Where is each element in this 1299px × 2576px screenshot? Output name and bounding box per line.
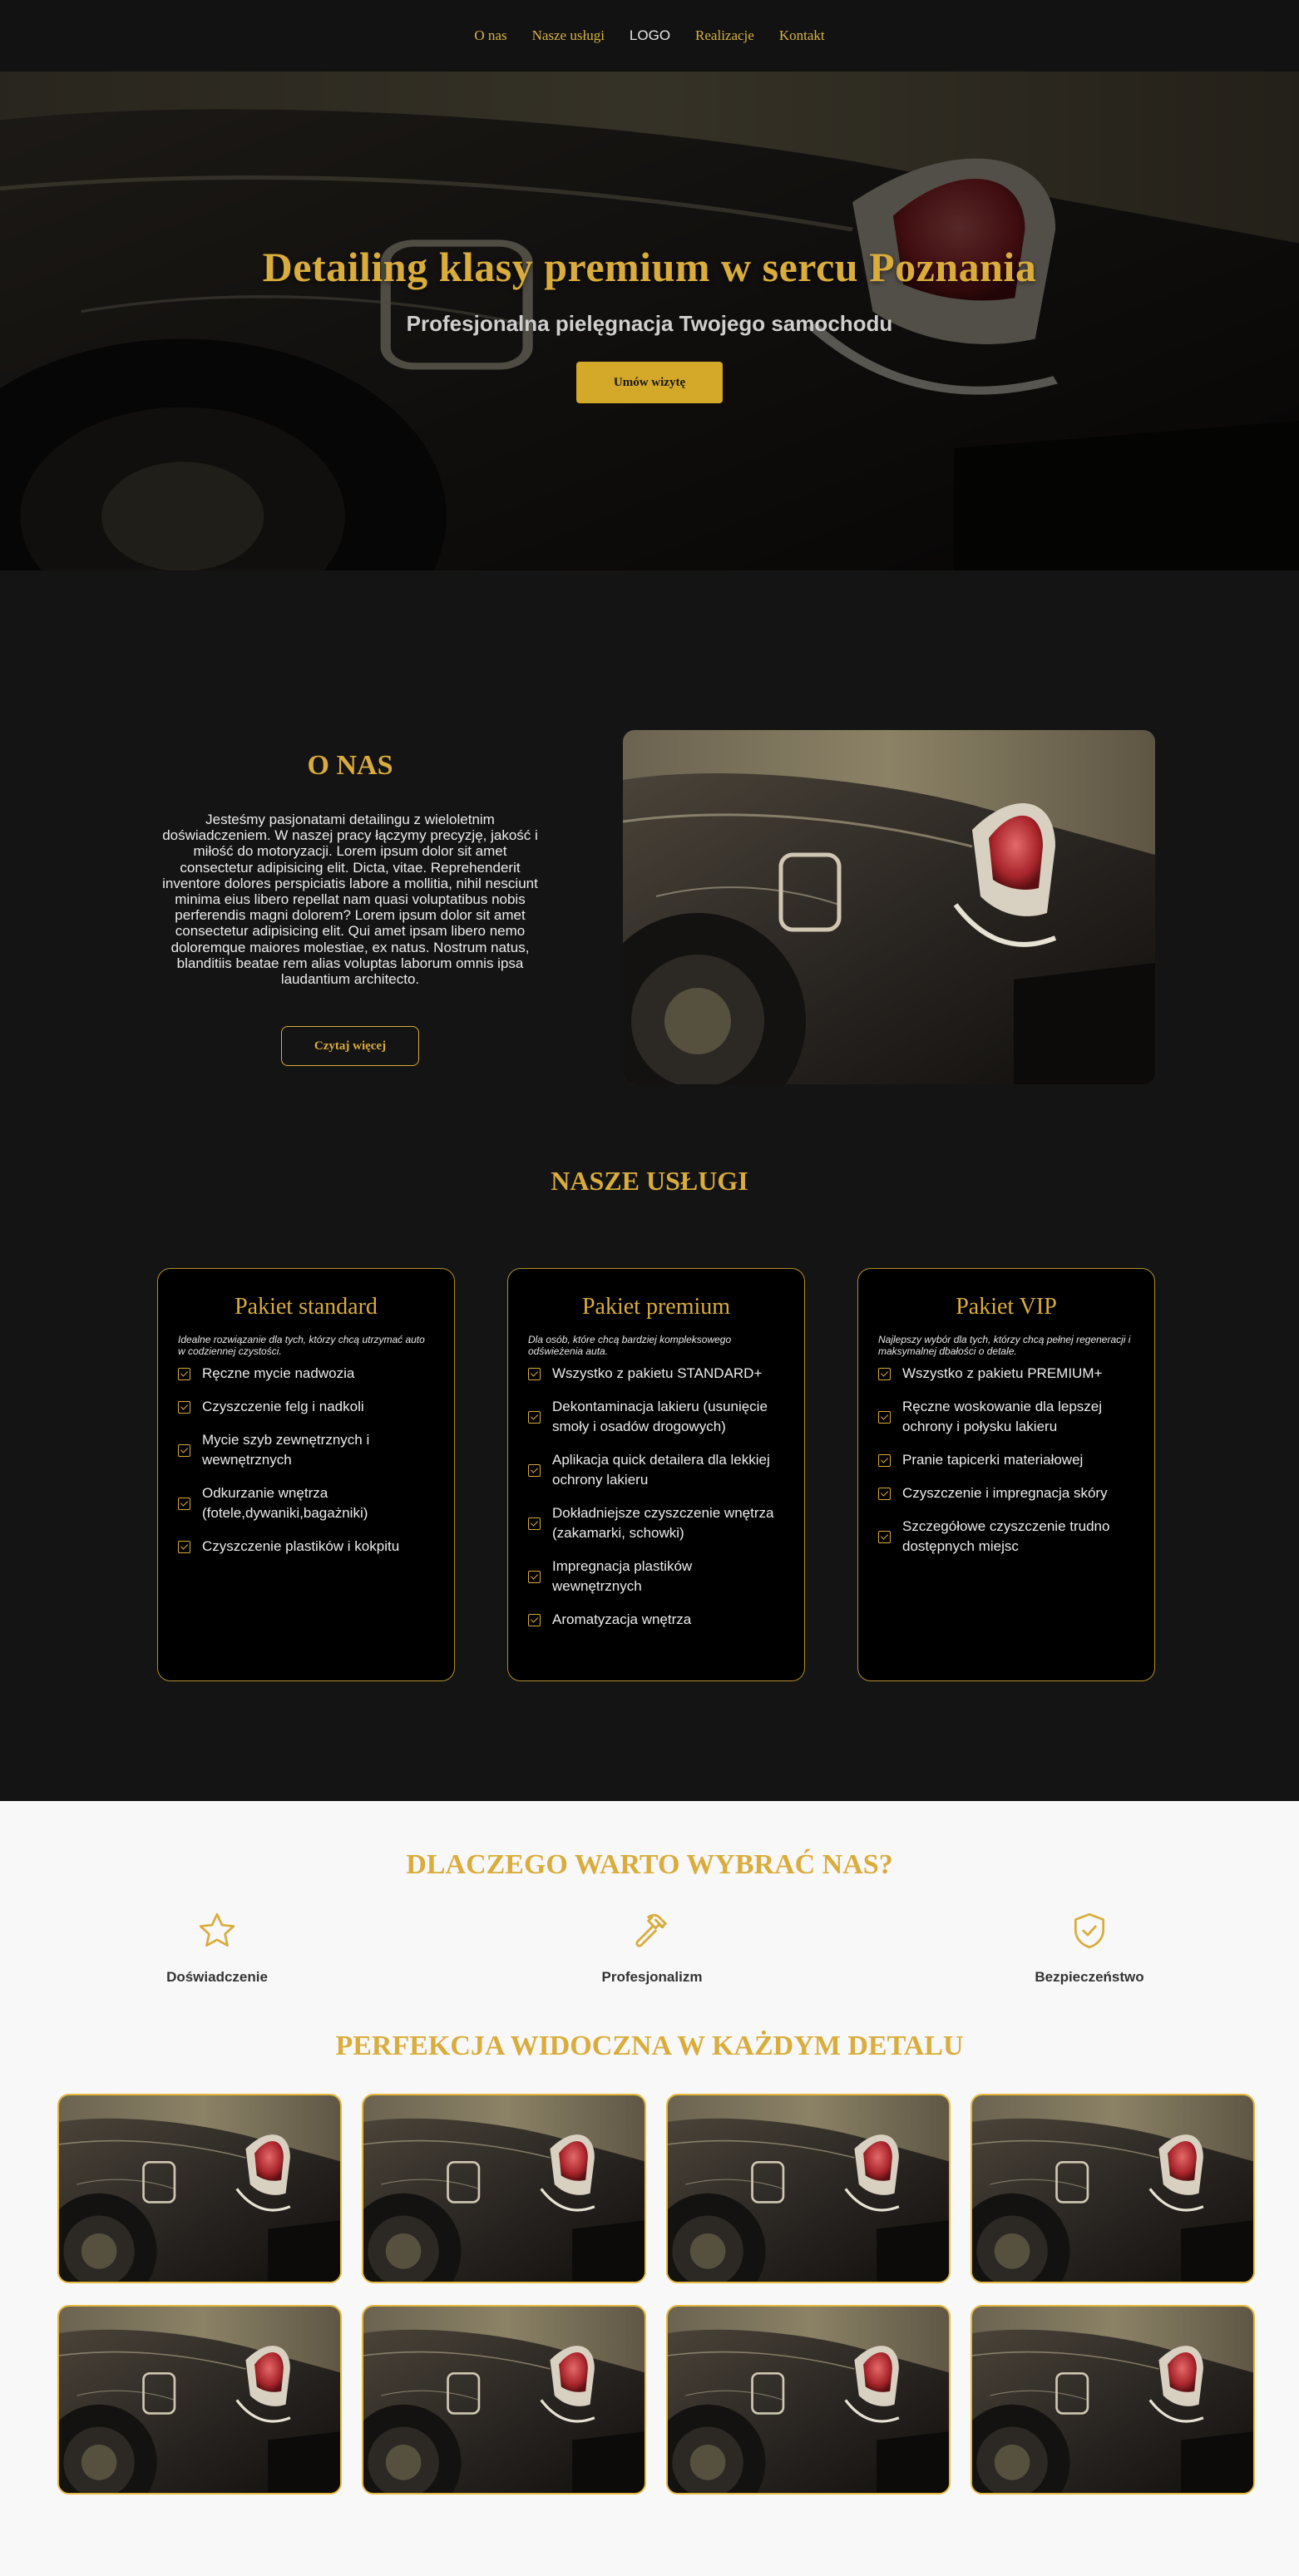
list-item: Dekontaminacja lakieru (usunięcie smoły … <box>528 1397 784 1437</box>
checkbox-icon <box>878 1530 891 1543</box>
about-car-photo <box>623 730 1155 1084</box>
checkbox-icon <box>178 1540 190 1553</box>
nav-link-services[interactable]: Nasze usługi <box>532 27 605 44</box>
shield-check-icon <box>981 1907 1198 1954</box>
why-us-title: DLACZEGO WARTO WYBRAĆ NAS? <box>406 1849 893 1880</box>
feature-label: Doświadczenie <box>166 1969 268 1985</box>
services-title: NASZE USŁUGI <box>551 1166 748 1196</box>
feature-label: Bezpieczeństwo <box>1035 1969 1144 1985</box>
nav-link-contact[interactable]: Kontakt <box>779 27 825 44</box>
logo[interactable]: LOGO <box>630 27 670 44</box>
package-name: Pakiet premium <box>581 1294 731 1320</box>
package-card-premium: Pakiet premium Dla osób, które chcą bard… <box>507 1268 805 1681</box>
gallery-image[interactable] <box>362 2305 646 2495</box>
list-item: Wszystko z pakietu PREMIUM+ <box>878 1364 1134 1384</box>
gallery-image[interactable] <box>666 2305 951 2495</box>
list-item: Mycie szyb zewnętrznych i wewnętrznych <box>178 1430 434 1470</box>
gallery-title: PERFEKCJA WIDOCZNA W KAŻDYM DETALU <box>335 2031 964 2061</box>
hero-title: Detailing klasy premium w sercu Poznania <box>262 244 1037 290</box>
book-visit-button[interactable]: Umów wizytę <box>576 362 723 403</box>
feature-label: Profesjonalizm <box>601 1969 703 1985</box>
checkbox-icon <box>528 1613 541 1626</box>
gallery-image[interactable] <box>362 2094 646 2283</box>
checkbox-icon <box>178 1400 190 1414</box>
feature-professionalism: Profesjonalizm <box>544 1907 760 1986</box>
list-item: Impregnacja plastików wewnętrznych <box>528 1557 784 1596</box>
star-icon <box>109 1907 325 1954</box>
checkbox-icon <box>878 1453 891 1467</box>
package-features-list: Wszystko z pakietu PREMIUM+ Ręczne wosko… <box>878 1364 1134 1557</box>
checkbox-icon <box>528 1367 541 1380</box>
package-card-standard: Pakiet standard Idealne rozwiązanie dla … <box>157 1268 455 1681</box>
hero-subtitle: Profesjonalna pielęgnacja Twojego samoch… <box>406 311 893 336</box>
checkbox-icon <box>528 1410 541 1424</box>
package-description: Idealne rozwiązanie dla tych, którzy chc… <box>178 1334 425 1357</box>
checkbox-icon <box>178 1497 190 1510</box>
list-item: Czyszczenie felg i nadkoli <box>178 1397 434 1417</box>
list-item: Ręczne mycie nadwozia <box>178 1364 434 1384</box>
checkbox-icon <box>878 1410 891 1424</box>
nav-link-realizations[interactable]: Realizacje <box>695 27 754 44</box>
about-title: O NAS <box>307 750 393 781</box>
package-description: Dla osób, które chcą bardziej kompleksow… <box>528 1334 732 1357</box>
list-item: Czyszczenie plastików i kokpitu <box>178 1537 434 1557</box>
package-card-vip: Pakiet VIP Najlepszy wybór dla tych, któ… <box>857 1268 1155 1681</box>
gallery-image[interactable] <box>57 2305 342 2495</box>
list-item: Dokładniejsze czyszczenie wnętrza (zakam… <box>528 1503 784 1543</box>
checkbox-icon <box>528 1517 541 1530</box>
gallery-image[interactable] <box>971 2094 1255 2283</box>
list-item: Odkurzanie wnętrza (fotele,dywaniki,baga… <box>178 1483 434 1523</box>
feature-experience: Doświadczenie <box>109 1907 325 1986</box>
feature-safety: Bezpieczeństwo <box>981 1907 1198 1986</box>
why-us-section: DLACZEGO WARTO WYBRAĆ NAS? Doświadczenie… <box>0 1801 1299 2576</box>
hammer-icon <box>544 1907 760 1954</box>
list-item: Szczegółowe czyszczenie trudno dostępnyc… <box>878 1517 1134 1557</box>
top-nav: O nas Nasze usługi LOGO Realizacje Konta… <box>0 0 1299 72</box>
package-name: Pakiet VIP <box>956 1294 1057 1320</box>
checkbox-icon <box>528 1463 541 1477</box>
package-description: Najlepszy wybór dla tych, którzy chcą pe… <box>878 1334 1131 1357</box>
list-item: Aplikacja quick detailera dla lekkiej oc… <box>528 1450 784 1490</box>
hero-section: Detailing klasy premium w sercu Poznania… <box>0 72 1299 570</box>
checkbox-icon <box>178 1367 190 1380</box>
gallery-image[interactable] <box>57 2094 342 2283</box>
about-text: Jesteśmy pasjonatami detailingu z wielol… <box>162 812 538 988</box>
list-item: Ręczne woskowanie dla lepszej ochrony i … <box>878 1397 1134 1437</box>
package-name: Pakiet standard <box>235 1294 378 1320</box>
gallery-image[interactable] <box>666 2094 951 2283</box>
read-more-button[interactable]: Czytaj więcej <box>281 1026 419 1066</box>
gallery-image[interactable] <box>971 2305 1255 2495</box>
list-item: Wszystko z pakietu STANDARD+ <box>528 1364 784 1384</box>
list-item: Pranie tapicerki materiałowej <box>878 1450 1134 1470</box>
package-features-list: Wszystko z pakietu STANDARD+ Dekontamina… <box>528 1364 784 1630</box>
checkbox-icon <box>178 1443 190 1457</box>
checkbox-icon <box>878 1367 891 1380</box>
list-item: Czyszczenie i impregnacja skóry <box>878 1483 1134 1503</box>
nav-link-about[interactable]: O nas <box>474 27 506 44</box>
package-features-list: Ręczne mycie nadwozia Czyszczenie felg i… <box>178 1364 434 1557</box>
checkbox-icon <box>878 1487 891 1500</box>
checkbox-icon <box>528 1570 541 1583</box>
list-item: Aromatyzacja wnętrza <box>528 1610 784 1630</box>
